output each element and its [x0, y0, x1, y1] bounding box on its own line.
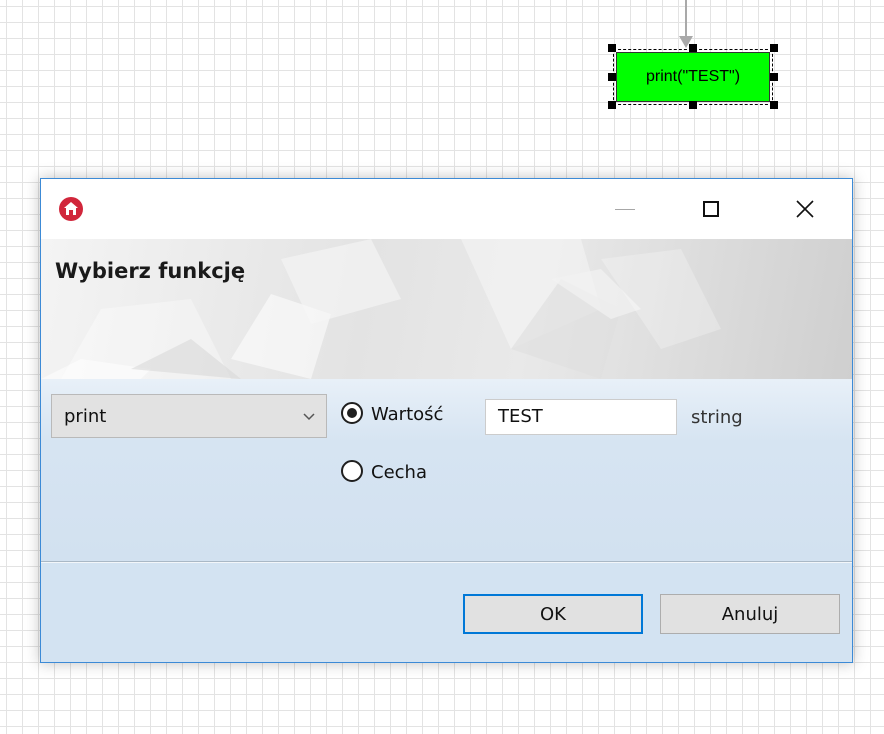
resize-handle-nw[interactable]: [608, 44, 616, 52]
close-button[interactable]: [783, 189, 827, 229]
dialog-banner: Wybierz funkcję: [41, 239, 852, 379]
home-icon: [59, 197, 83, 221]
flow-node-print[interactable]: print("TEST"): [613, 49, 773, 105]
dialog-footer: OK Anuluj: [41, 562, 852, 662]
chevron-down-icon: [303, 413, 315, 421]
radio-value[interactable]: [341, 402, 363, 424]
resize-handle-s[interactable]: [689, 101, 697, 109]
radio-attribute-label[interactable]: Cecha: [371, 462, 427, 483]
minimize-icon: [615, 208, 635, 210]
value-type-label: string: [691, 407, 743, 428]
resize-handle-e[interactable]: [770, 73, 778, 81]
resize-handle-sw[interactable]: [608, 101, 616, 109]
resize-handle-w[interactable]: [608, 73, 616, 81]
radio-value-label[interactable]: Wartość: [371, 404, 443, 425]
connector-line: [685, 0, 687, 38]
choose-function-dialog: Wybierz funkcję print Wartość Cecha TEST…: [40, 178, 853, 663]
resize-handle-ne[interactable]: [770, 44, 778, 52]
dialog-content: print Wartość Cecha TEST string: [41, 379, 852, 562]
radio-checked-dot: [347, 408, 357, 418]
selection-frame: [613, 49, 773, 105]
resize-handle-se[interactable]: [770, 101, 778, 109]
resize-handle-n[interactable]: [689, 44, 697, 52]
dialog-titlebar[interactable]: [41, 179, 852, 239]
cancel-button[interactable]: Anuluj: [660, 594, 840, 634]
function-select-value: print: [64, 406, 107, 427]
value-input[interactable]: TEST: [485, 399, 677, 435]
ok-button[interactable]: OK: [463, 594, 643, 634]
radio-attribute[interactable]: [341, 460, 363, 482]
maximize-icon: [703, 201, 719, 217]
function-select[interactable]: print: [51, 394, 327, 438]
close-icon: [796, 200, 814, 218]
minimize-button[interactable]: [603, 189, 647, 229]
maximize-button[interactable]: [689, 189, 733, 229]
dialog-title: Wybierz funkcję: [55, 259, 246, 283]
